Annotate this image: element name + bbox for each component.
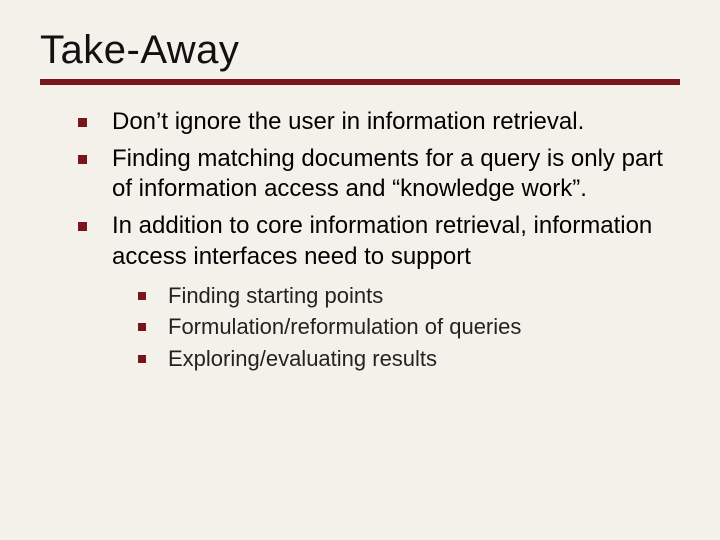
bullet-text: Don’t ignore the user in information ret… [112, 108, 584, 135]
list-item: Formulation/reformulation of queries [138, 312, 680, 342]
list-item: Finding starting points [138, 281, 680, 311]
slide: Take-Away Don’t ignore the user in infor… [0, 0, 720, 540]
list-item: Exploring/evaluating results [138, 344, 680, 374]
list-item: Don’t ignore the user in information ret… [78, 107, 680, 138]
bullet-text: Finding matching documents for a query i… [112, 145, 663, 203]
sub-bullet-list: Finding starting points Formulation/refo… [112, 281, 680, 374]
bullet-list: Don’t ignore the user in information ret… [40, 107, 680, 374]
title-underline [40, 79, 680, 85]
list-item: Finding matching documents for a query i… [78, 144, 680, 205]
bullet-text: Exploring/evaluating results [168, 346, 437, 371]
bullet-text: Formulation/reformulation of queries [168, 314, 521, 339]
slide-title: Take-Away [40, 28, 680, 73]
list-item: In addition to core information retrieva… [78, 211, 680, 374]
bullet-text: Finding starting points [168, 283, 383, 308]
bullet-text: In addition to core information retrieva… [112, 212, 652, 270]
